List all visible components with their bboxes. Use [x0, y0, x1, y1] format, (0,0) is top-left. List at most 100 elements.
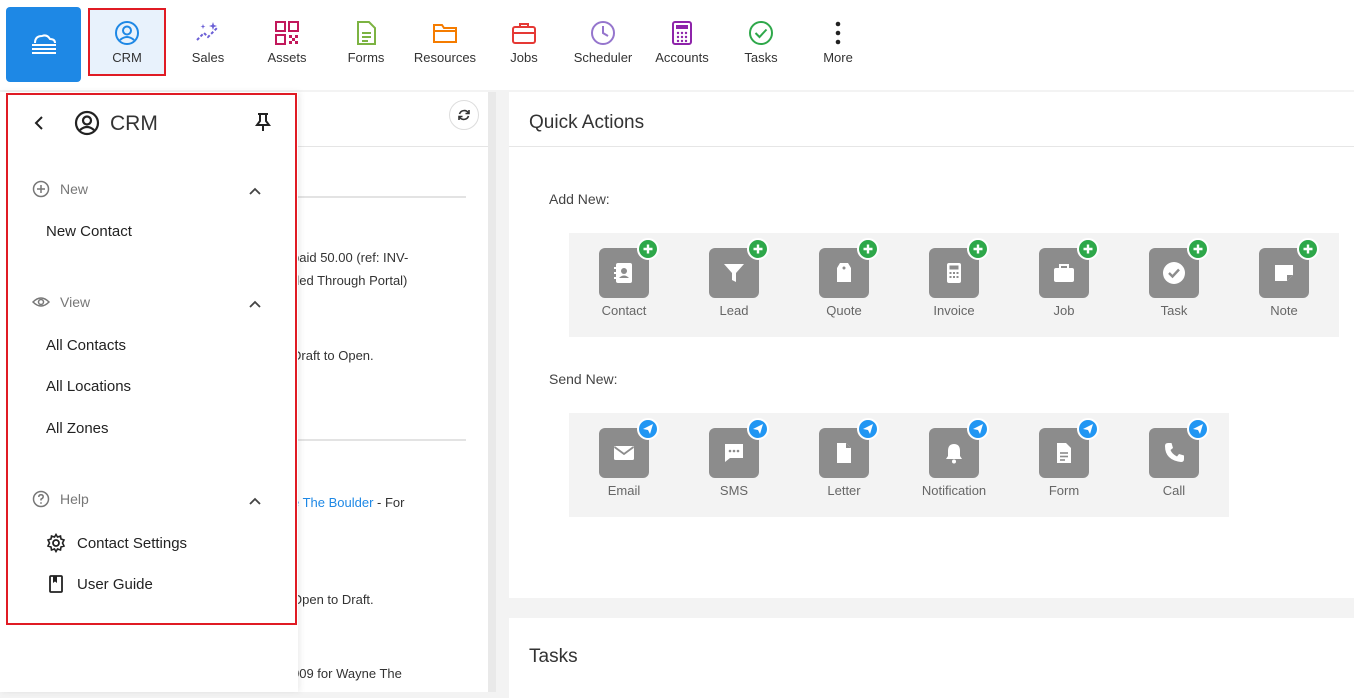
add-invoice-action[interactable]: Invoice: [904, 238, 1004, 318]
send-letter-action[interactable]: Letter: [794, 418, 894, 498]
quick-actions-title: Quick Actions: [529, 112, 645, 133]
back-arrow-icon[interactable]: [30, 114, 48, 132]
nav-forms[interactable]: Forms: [327, 8, 405, 76]
app-menu-button[interactable]: [6, 7, 81, 82]
action-label: Job: [1053, 303, 1075, 318]
nav-accounts[interactable]: Accounts: [643, 8, 721, 76]
group-label: New: [60, 181, 89, 197]
nav-more[interactable]: More: [799, 8, 877, 76]
plus-circle-icon: [32, 180, 50, 198]
group-view-header[interactable]: View: [32, 293, 90, 311]
action-label: Notification: [921, 483, 987, 498]
calculator-icon: [947, 263, 961, 283]
add-quote-action[interactable]: Quote: [794, 238, 894, 318]
nav-sales[interactable]: Sales: [169, 8, 247, 76]
divider: [509, 146, 1354, 147]
nav-crm[interactable]: CRM: [88, 8, 166, 76]
menu-item-user-guide[interactable]: User Guide: [46, 574, 153, 594]
panel-scrollbar[interactable]: [488, 92, 496, 692]
document-icon: [357, 21, 376, 45]
contact-book-icon: [614, 263, 632, 283]
qr-code-icon: [275, 21, 299, 45]
chevron-up-icon[interactable]: [248, 297, 262, 311]
envelope-icon: [613, 446, 635, 460]
group-label: Help: [60, 491, 89, 507]
chevron-up-icon[interactable]: [248, 184, 262, 198]
nav-label: Accounts: [655, 50, 709, 65]
help-circle-icon: [32, 490, 50, 508]
menu-item-new-contact[interactable]: New Contact: [46, 223, 132, 240]
funnel-icon: [724, 264, 744, 282]
calculator-icon: [672, 21, 692, 45]
nav-label: Forms: [347, 50, 385, 65]
book-icon: [49, 575, 63, 593]
divider: [296, 196, 466, 198]
chat-bubble-icon: [725, 444, 743, 462]
menu-item-contact-settings[interactable]: Contact Settings: [46, 533, 187, 553]
gear-icon: [46, 533, 66, 553]
activity-text: paid 50.00 (ref: INV-: [292, 250, 409, 265]
bell-icon: [946, 444, 962, 464]
nav-label: Jobs: [510, 50, 538, 65]
nav-resources[interactable]: Resources: [406, 8, 484, 76]
menu-item-label: User Guide: [77, 575, 153, 593]
nav-label: Assets: [267, 50, 307, 65]
plus-badge-icon: [747, 238, 769, 260]
nav-scheduler[interactable]: Scheduler: [564, 8, 642, 76]
plus-badge-icon: [637, 238, 659, 260]
send-sms-action[interactable]: SMS: [684, 418, 784, 498]
eye-icon: [32, 297, 50, 307]
nav-tasks[interactable]: Tasks: [722, 8, 800, 76]
activity-link[interactable]: e The Boulder: [292, 495, 373, 510]
group-label: View: [60, 294, 91, 310]
page-icon: [837, 443, 851, 463]
send-badge-icon: [637, 418, 659, 440]
refresh-button[interactable]: [449, 100, 479, 130]
send-badge-icon: [967, 418, 989, 440]
add-lead-action[interactable]: Lead: [684, 238, 784, 318]
action-label: Note: [1270, 303, 1298, 318]
menu-item-all-zones[interactable]: All Zones: [46, 420, 109, 437]
send-badge-icon: [1077, 418, 1099, 440]
nav-label: CRM: [112, 50, 142, 65]
nav-label: Sales: [191, 50, 225, 65]
chevron-up-icon[interactable]: [248, 494, 262, 508]
pin-icon[interactable]: [254, 112, 272, 132]
send-call-action[interactable]: Call: [1124, 418, 1224, 498]
check-circle-icon: [749, 21, 773, 45]
nav-assets[interactable]: Assets: [248, 8, 326, 76]
send-badge-icon: [747, 418, 769, 440]
add-job-action[interactable]: Job: [1014, 238, 1114, 318]
send-form-action[interactable]: Form: [1014, 418, 1114, 498]
add-note-action[interactable]: Note: [1234, 238, 1334, 318]
nav-label: Resources: [413, 50, 477, 65]
plus-badge-icon: [1187, 238, 1209, 260]
sparkle-chart-icon: [196, 22, 218, 41]
plus-badge-icon: [967, 238, 989, 260]
briefcase-icon: [1054, 264, 1074, 282]
more-vertical-icon: [835, 21, 841, 45]
top-navigation-bar: CRM Sales Assets Forms Resources Jobs Sc…: [0, 0, 1354, 90]
group-new-header[interactable]: New: [32, 180, 88, 198]
plus-badge-icon: [1297, 238, 1319, 260]
nav-jobs[interactable]: Jobs: [485, 8, 563, 76]
nav-label: Tasks: [744, 50, 778, 65]
add-task-action[interactable]: Task: [1124, 238, 1224, 318]
nav-label: Scheduler: [573, 50, 633, 65]
action-label: Form: [1048, 483, 1080, 498]
send-email-action[interactable]: Email: [574, 418, 674, 498]
check-circle-icon: [1163, 262, 1185, 284]
send-notification-action[interactable]: Notification: [904, 418, 1004, 498]
add-contact-action[interactable]: Contact: [574, 238, 674, 318]
activity-text: e The Boulder - For: [292, 495, 405, 510]
flyout-title: CRM: [110, 112, 158, 135]
activity-panel: paid 50.00 (ref: INV- ded Through Portal…: [292, 92, 488, 692]
action-label: Letter: [827, 483, 861, 498]
menu-item-all-locations[interactable]: All Locations: [46, 378, 131, 395]
group-help-header[interactable]: Help: [32, 490, 89, 508]
menu-item-all-contacts[interactable]: All Contacts: [46, 337, 126, 354]
crm-flyout-menu: CRM New New Contact View All Contacts Al…: [0, 92, 298, 692]
action-label: Invoice: [933, 303, 975, 318]
note-icon: [1275, 265, 1293, 281]
tasks-card: Tasks: [509, 618, 1354, 698]
